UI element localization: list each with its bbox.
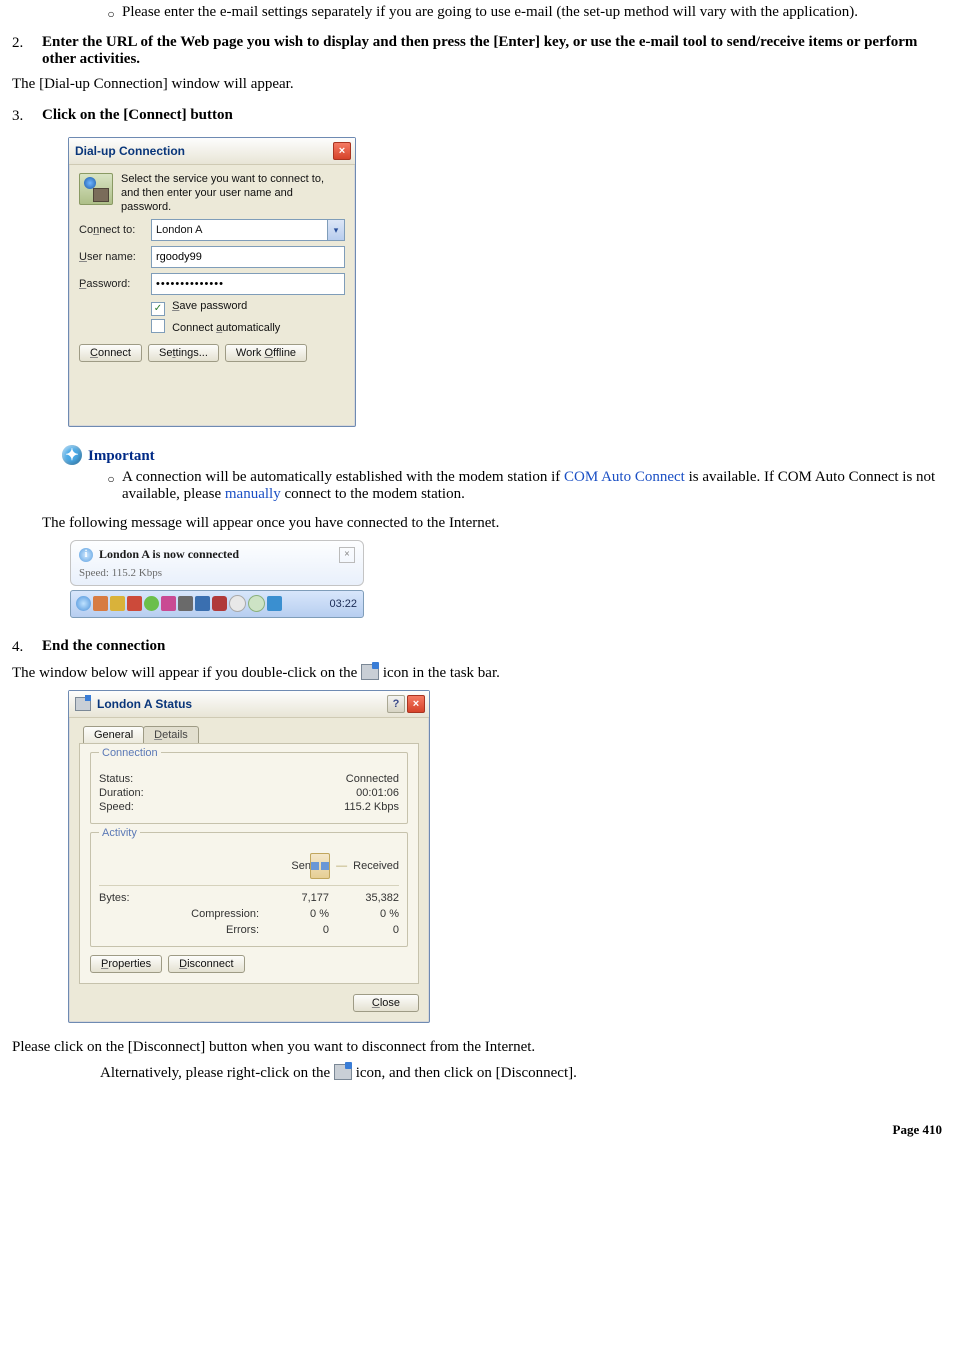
post-important-text: The following message will appear once y… (42, 515, 942, 532)
activity-icon (310, 853, 330, 879)
close-icon[interactable]: × (407, 695, 425, 713)
page-number: Page 410 (12, 1122, 942, 1138)
bullet-marker: ○ (100, 469, 122, 487)
connection-toast-screenshot: i London A is now connected × Speed: 115… (68, 538, 366, 620)
errors-label: Errors: (99, 922, 259, 938)
dialog-titlebar[interactable]: London A Status ? × (69, 691, 429, 718)
manually-link[interactable]: manually (225, 486, 281, 502)
connection-tray-icon (334, 1064, 352, 1080)
bullet-marker: ○ (100, 4, 122, 22)
password-input[interactable] (151, 273, 345, 295)
tray-icon (178, 596, 193, 611)
tray-icon (127, 596, 142, 611)
step-number: 2. (12, 34, 42, 52)
compression-label: Compression: (99, 906, 259, 922)
compression-sent: 0 % (259, 906, 329, 922)
dash-icon: — (336, 860, 347, 872)
tray-icon (229, 595, 246, 612)
tab-details[interactable]: Details (143, 726, 199, 743)
connect-auto-checkbox[interactable]: Connect automatically (151, 319, 345, 334)
chevron-down-icon[interactable]: ▾ (327, 220, 344, 240)
toast-subtitle: Speed: 115.2 Kbps (79, 567, 355, 579)
received-header: Received (353, 860, 399, 872)
important-text: A connection will be automatically estab… (122, 469, 942, 503)
tab-general[interactable]: General (83, 726, 144, 743)
step-2-title: Enter the URL of the Web page you wish t… (42, 34, 942, 68)
info-icon: i (79, 548, 93, 562)
connect-to-label: Connect to: (79, 224, 151, 236)
bytes-received: 35,382 (329, 890, 399, 906)
duration-label: Duration: (99, 787, 356, 799)
dialog-intro: Select the service you want to connect t… (121, 173, 345, 214)
help-icon[interactable]: ? (387, 695, 405, 713)
connect-button[interactable]: Connect (79, 344, 142, 362)
tray-icon (93, 596, 108, 611)
tray-icon (161, 596, 176, 611)
password-label: Password: (79, 278, 151, 290)
taskbar-clock: 03:22 (329, 598, 359, 610)
step-4-line3: Alternatively, please right-click on the… (100, 1064, 942, 1082)
dialog-titlebar[interactable]: Dial-up Connection × (69, 138, 355, 165)
connection-group-label: Connection (99, 747, 161, 759)
errors-sent: 0 (259, 922, 329, 938)
tray-icon (76, 596, 91, 611)
step-number: 3. (12, 107, 42, 125)
speed-label: Speed: (99, 801, 344, 813)
taskbar: 03:22 (70, 590, 364, 618)
network-mini-icon (75, 697, 91, 711)
connect-to-value: London A (156, 224, 327, 236)
connect-to-select[interactable]: London A ▾ (151, 219, 345, 241)
bytes-label: Bytes: (99, 890, 259, 906)
tray-icon (110, 596, 125, 611)
important-heading: Important (88, 448, 155, 465)
connection-status-dialog: London A Status ? × General Details Conn… (68, 690, 430, 1023)
important-icon: ✦ (62, 445, 82, 465)
step-4-title: End the connection (42, 638, 942, 655)
activity-group-label: Activity (99, 827, 140, 839)
tray-icon (144, 596, 159, 611)
status-value: Connected (346, 773, 399, 785)
errors-received: 0 (329, 922, 399, 938)
tray-icon (212, 596, 227, 611)
tray-icon (267, 596, 282, 611)
step-4-line2: Please click on the [Disconnect] button … (12, 1039, 942, 1056)
dialup-connection-dialog: Dial-up Connection × Select the service … (68, 137, 356, 427)
settings-button[interactable]: Settings... (148, 344, 219, 362)
step-4-line1: The window below will appear if you doub… (12, 664, 942, 682)
username-label: User name: (79, 251, 151, 263)
tray-icon (248, 595, 265, 612)
connection-tray-icon (361, 664, 379, 680)
compression-received: 0 % (329, 906, 399, 922)
speed-value: 115.2 Kbps (344, 801, 399, 813)
step-3-title: Click on the [Connect] button (42, 107, 942, 124)
save-password-checkbox[interactable]: ✓ Save password (151, 300, 345, 316)
properties-button[interactable]: Properties (90, 955, 162, 973)
network-icon (79, 173, 113, 205)
close-button[interactable]: Close (353, 994, 419, 1012)
bytes-sent: 7,177 (259, 890, 329, 906)
checkbox-checked-icon: ✓ (151, 302, 165, 316)
dialog-title: London A Status (97, 697, 192, 711)
status-label: Status: (99, 773, 346, 785)
close-icon[interactable]: × (333, 142, 351, 160)
dialog-title: Dial-up Connection (75, 144, 185, 158)
close-icon[interactable]: × (339, 547, 355, 563)
tray-icon (195, 596, 210, 611)
work-offline-button[interactable]: Work Offline (225, 344, 307, 362)
checkbox-unchecked-icon (151, 319, 165, 333)
username-input[interactable] (151, 246, 345, 268)
toast-title: London A is now connected (99, 547, 239, 562)
com-auto-connect-link[interactable]: COM Auto Connect (564, 469, 685, 485)
step-number: 4. (12, 638, 42, 656)
step-2-after: The [Dial-up Connection] window will app… (12, 76, 942, 93)
disconnect-button[interactable]: Disconnect (168, 955, 244, 973)
email-note: Please enter the e-mail settings separat… (122, 4, 942, 21)
duration-value: 00:01:06 (356, 787, 399, 799)
